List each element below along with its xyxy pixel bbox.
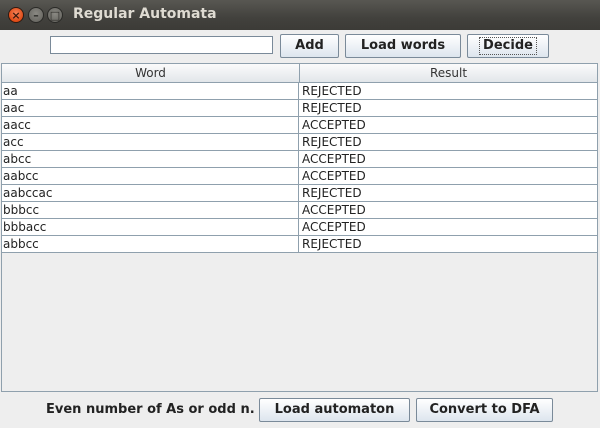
result-cell[interactable]: REJECTED — [300, 83, 597, 99]
result-cell[interactable]: REJECTED — [300, 185, 597, 201]
table-row[interactable]: aacc ACCEPTED — [2, 117, 597, 134]
minimize-window-button[interactable]: – — [28, 7, 44, 23]
word-cell[interactable]: bbbcc — [2, 202, 299, 218]
word-cell[interactable]: acc — [2, 134, 299, 150]
add-button[interactable]: Add — [280, 34, 339, 58]
word-cell[interactable]: aacc — [2, 117, 299, 133]
word-cell[interactable]: aabccac — [2, 185, 299, 201]
word-cell[interactable]: aabcc — [2, 168, 299, 184]
result-cell[interactable]: ACCEPTED — [300, 202, 597, 218]
result-cell[interactable]: ACCEPTED — [300, 168, 597, 184]
word-cell[interactable]: abbcc — [2, 236, 299, 252]
result-cell[interactable]: REJECTED — [300, 236, 597, 252]
table-row[interactable]: aabcc ACCEPTED — [2, 168, 597, 185]
window-title: Regular Automata — [73, 6, 217, 22]
maximize-window-button[interactable]: □ — [47, 7, 63, 23]
table-row[interactable]: bbbacc ACCEPTED — [2, 219, 597, 236]
table-body: aa REJECTED aac REJECTED aacc ACCEPTED acc REJE… — [2, 83, 597, 253]
word-cell[interactable]: aac — [2, 100, 299, 116]
column-header-result[interactable]: Result — [300, 64, 597, 82]
convert-to-dfa-button[interactable]: Convert to DFA — [416, 398, 553, 422]
load-words-button[interactable]: Load words — [345, 34, 461, 58]
title-bar[interactable]: × – □ Regular Automata — [0, 0, 600, 30]
word-input[interactable] — [50, 36, 273, 54]
table-row[interactable]: aabccac REJECTED — [2, 185, 597, 202]
table-row[interactable]: abbcc REJECTED — [2, 236, 597, 253]
results-table[interactable]: Word Result aa REJECTED aac REJECTED aacc ACC… — [1, 63, 598, 392]
automaton-description: Even number of As or odd n... — [46, 402, 254, 417]
decide-button[interactable]: Decide — [467, 34, 549, 58]
app-window: × – □ Regular Automata Add Load words De… — [0, 0, 600, 428]
result-cell[interactable]: ACCEPTED — [300, 117, 597, 133]
table-row[interactable]: bbbcc ACCEPTED — [2, 202, 597, 219]
table-row[interactable]: aa REJECTED — [2, 83, 597, 100]
table-row[interactable]: acc REJECTED — [2, 134, 597, 151]
word-cell[interactable]: aa — [2, 83, 299, 99]
column-header-word[interactable]: Word — [2, 64, 300, 82]
result-cell[interactable]: REJECTED — [300, 100, 597, 116]
word-cell[interactable]: abcc — [2, 151, 299, 167]
table-row[interactable]: aac REJECTED — [2, 100, 597, 117]
table-row[interactable]: abcc ACCEPTED — [2, 151, 597, 168]
result-cell[interactable]: ACCEPTED — [300, 219, 597, 235]
word-cell[interactable]: bbbacc — [2, 219, 299, 235]
result-cell[interactable]: ACCEPTED — [300, 151, 597, 167]
decide-button-label: Decide — [479, 37, 537, 55]
load-automaton-button[interactable]: Load automaton — [259, 398, 410, 422]
table-header: Word Result — [2, 64, 597, 83]
close-window-button[interactable]: × — [8, 7, 24, 23]
result-cell[interactable]: REJECTED — [300, 134, 597, 150]
